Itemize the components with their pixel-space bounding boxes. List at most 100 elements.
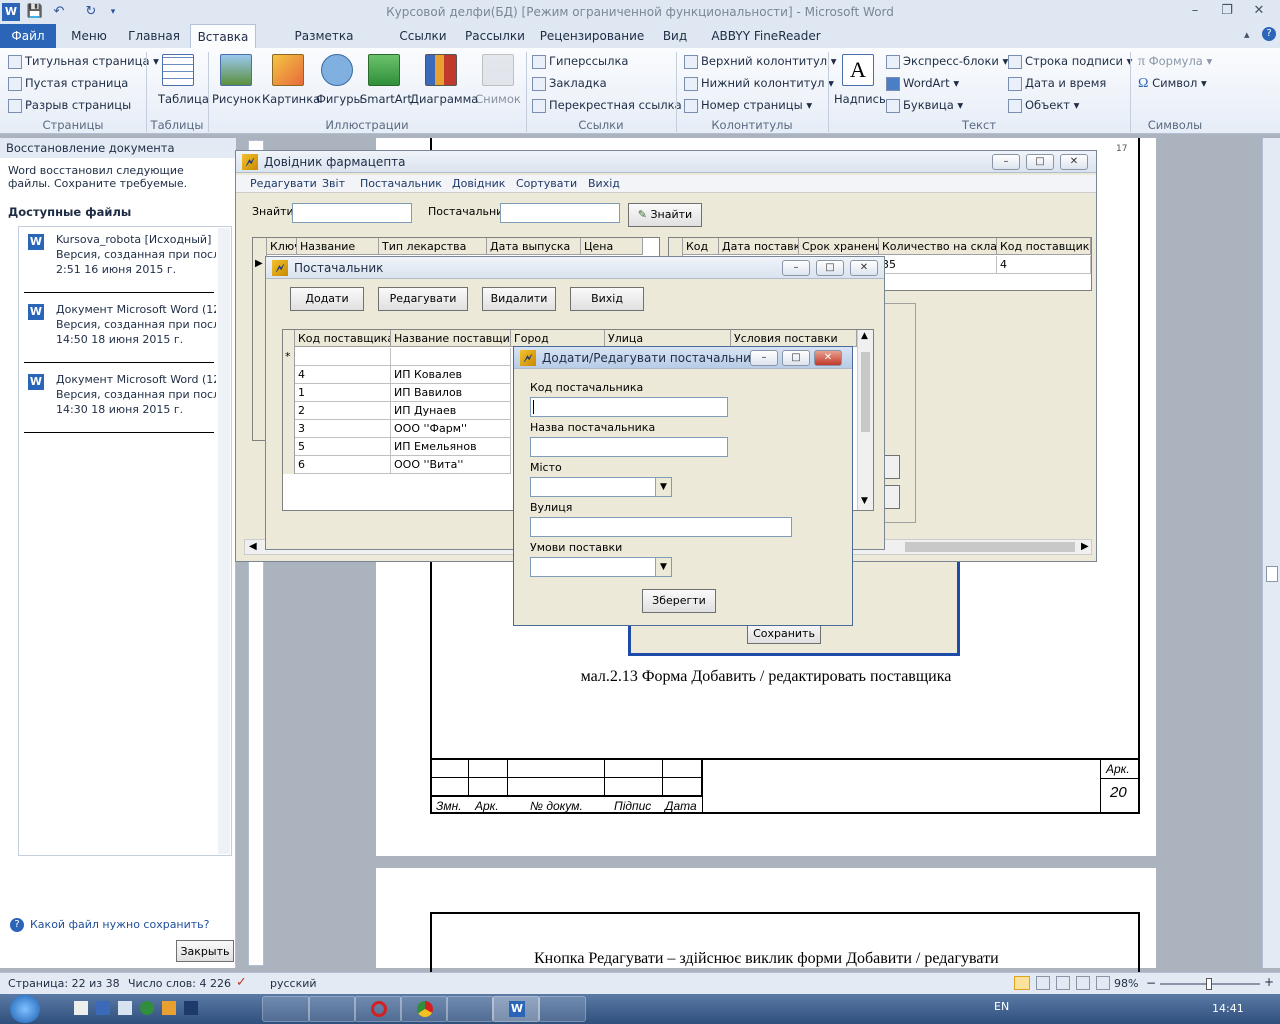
collapse-ribbon-icon[interactable]: ▴ [1244,28,1250,41]
zoom-slider-thumb[interactable] [1206,978,1212,990]
grid-cell[interactable]: 35 [879,256,997,274]
close-recovery-button[interactable]: Закрыть [176,940,234,962]
zoom-level[interactable]: 98% [1114,977,1138,990]
minimize-button[interactable]: – [1180,1,1210,21]
close-button[interactable]: ✕ [814,350,842,366]
smartart-button[interactable]: SmartArt [360,54,412,106]
start-button[interactable] [10,995,40,1023]
cover-page-button[interactable]: Титульная страница ▾ [8,54,159,69]
minimize-button[interactable]: – [782,260,810,276]
grid-cell[interactable]: 2 [295,402,391,420]
zoom-in-icon[interactable]: + [1264,975,1274,989]
grid-header[interactable]: Код поставщика [997,238,1091,255]
signature-line-button[interactable]: Строка подписи ▾ [1008,54,1132,69]
quick-parts-button[interactable]: Экспресс-блоки ▾ [886,54,1008,69]
grid-cell[interactable] [391,348,511,366]
tab-abbyy[interactable]: ABBYY FineReader 11 [702,24,830,67]
zoom-out-icon[interactable]: − [1146,976,1156,990]
menu-edit[interactable]: Редагувати [250,177,317,190]
grid-cell[interactable]: 1 [295,384,391,402]
grid-header[interactable]: Название [297,238,379,255]
grid-cell[interactable] [295,348,391,366]
grid-cell[interactable]: ИП Емельянов [391,438,511,456]
find-button[interactable]: ✎ Знайти [628,203,702,227]
maximize-button[interactable]: □ [782,350,810,366]
wordart-button[interactable]: WordArt ▾ [886,76,959,91]
grid-header[interactable]: Дата поставки [719,238,799,255]
grid-header[interactable]: Цена [581,238,643,255]
restore-button[interactable]: ❐ [1212,1,1242,21]
tab-menu[interactable]: Меню [62,24,116,48]
equation-button[interactable]: π Формула ▾ [1138,54,1212,70]
table-button[interactable]: Таблица [158,54,209,106]
grid-header[interactable]: Дата выпуска [487,238,581,255]
grid-header[interactable]: Условия поставки [731,330,857,347]
draft-icon[interactable] [1096,976,1110,990]
recovered-file-item[interactable]: W Kursova_robota [Исходный] Версия, созд… [18,228,218,288]
menu-sort[interactable]: Сортувати [516,177,577,190]
close-button[interactable]: ✕ [850,260,878,276]
grid-cell[interactable]: 3 [295,420,391,438]
menu-directory[interactable]: Довідник [452,177,505,190]
page-number-button[interactable]: Номер страницы ▾ [684,98,812,113]
grid-cell[interactable]: 4 [295,366,391,384]
grid-cell[interactable]: ИП Вавилов [391,384,511,402]
proofing-icon[interactable]: ✓ [236,975,247,990]
exit-button[interactable]: Вихід [570,287,644,311]
taskbar-word[interactable]: W [492,996,540,1022]
cross-reference-button[interactable]: Перекрестная ссылка [532,98,682,113]
screenshot-button[interactable]: Снимок [474,54,522,106]
footer-button[interactable]: Нижний колонтитул ▾ [684,76,834,91]
shapes-button[interactable]: Фигуры [316,54,363,106]
clipart-button[interactable]: Картинка [262,54,320,106]
word-count[interactable]: Число слов: 4 226 [128,977,231,990]
blank-page-button[interactable]: Пустая страница [8,76,128,91]
grid-cell[interactable]: ООО ''Вита'' [391,456,511,474]
grid-cell[interactable]: ООО ''Фарм'' [391,420,511,438]
picture-button[interactable]: Рисунок [212,54,261,106]
language-indicator[interactable]: русский [270,977,317,990]
quicklaunch-icon[interactable] [74,1001,88,1015]
minimize-button[interactable]: – [992,154,1020,170]
tab-review[interactable]: Рецензирование [536,24,648,48]
quicklaunch-icon[interactable] [118,1001,132,1015]
grid-cell[interactable]: 5 [295,438,391,456]
textbox-button[interactable]: A Надпись [834,54,886,106]
taskbar-opera[interactable] [354,996,402,1022]
find-input[interactable] [292,203,412,223]
grid-header[interactable]: Название поставщика [391,330,511,347]
document-vertical-scrollbar[interactable] [1262,138,1280,968]
header-button[interactable]: Верхний колонтитул ▾ [684,54,837,69]
maximize-button[interactable]: □ [1026,154,1054,170]
object-button[interactable]: Объект ▾ [1008,98,1079,113]
full-screen-icon[interactable] [1036,976,1050,990]
which-file-help-link[interactable]: Какой файл нужно сохранить? [30,918,210,931]
street-input[interactable] [530,517,792,537]
web-layout-icon[interactable] [1056,976,1070,990]
tab-page-layout[interactable]: Разметка страницы [262,24,386,67]
tab-home[interactable]: Главная [122,24,186,48]
grid-cell[interactable]: ИП Ковалев [391,366,511,384]
bookmark-button[interactable]: Закладка [532,76,607,91]
grid-header[interactable]: Код [683,238,719,255]
print-layout-icon[interactable] [1014,976,1030,990]
supplier-name-input[interactable] [530,437,728,457]
dropcap-button[interactable]: Буквица ▾ [886,98,963,113]
tab-references[interactable]: Ссылки [392,24,454,48]
grid-header[interactable]: Улица [605,330,731,347]
symbol-button[interactable]: Ω Символ ▾ [1138,76,1207,92]
help-icon[interactable]: ? [1262,27,1276,41]
grid-header[interactable]: Код поставщика [295,330,391,347]
files-scrollbar[interactable] [218,228,230,854]
grid-cell[interactable]: 6 [295,456,391,474]
taskbar-skype[interactable] [308,996,356,1022]
close-button[interactable]: ✕ [1244,1,1274,21]
grid-header[interactable]: Тип лекарства [379,238,487,255]
save-button[interactable]: Зберегти [642,589,716,613]
grid-cell[interactable]: 4 [997,256,1091,274]
tab-mailings[interactable]: Рассылки [460,24,530,48]
city-select[interactable]: ▼ [530,477,672,497]
delivery-terms-select[interactable]: ▼ [530,557,672,577]
suppliers-grid-scrollbar[interactable]: ▲ ▼ [857,330,873,510]
grid-header[interactable]: Срок хранения [799,238,879,255]
